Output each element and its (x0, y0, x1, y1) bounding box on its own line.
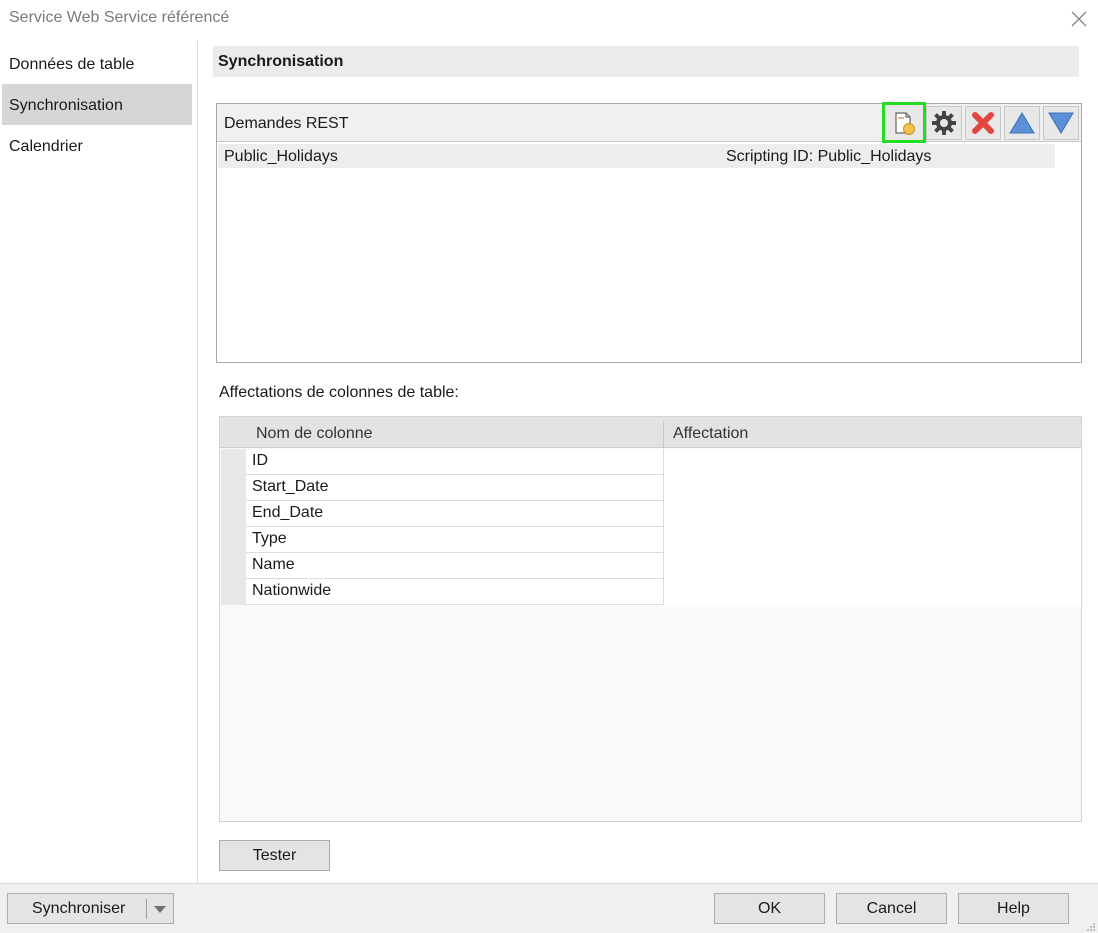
sidebar-item-label: Données de table (9, 56, 135, 73)
chevron-down-icon[interactable] (153, 905, 167, 914)
title-bar: Service Web Service référencé (0, 0, 1098, 38)
test-button[interactable]: Tester (219, 840, 330, 871)
rest-requests-label: Demandes REST (224, 115, 349, 132)
sidebar-item-calendrier[interactable]: Calendrier (2, 125, 192, 166)
help-button-label: Help (997, 899, 1030, 917)
request-name: Public_Holidays (224, 148, 338, 165)
gear-icon (932, 111, 956, 135)
column-header-name[interactable]: Nom de colonne (256, 425, 373, 443)
column-name-cell[interactable]: Nationwide (246, 579, 664, 605)
new-request-icon (895, 111, 915, 135)
split-divider (146, 899, 147, 919)
ok-button[interactable]: OK (714, 893, 825, 924)
section-header: Synchronisation (213, 46, 1079, 77)
table-row: End_Date (246, 501, 1081, 527)
request-scripting-id: Scripting ID: Public_Holidays (726, 148, 932, 165)
close-icon (1071, 11, 1087, 27)
settings-button[interactable] (926, 106, 962, 140)
table-header: Nom de colonne Affectation (220, 417, 1081, 448)
rest-requests-panel: Demandes REST Public_Holidays Scripting … (216, 102, 1082, 363)
help-button[interactable]: Help (958, 893, 1069, 924)
cancel-button-label: Cancel (866, 899, 917, 917)
move-down-button[interactable] (1043, 106, 1079, 140)
cancel-button[interactable]: Cancel (836, 893, 947, 924)
bottom-bar: Synchroniser OK Cancel Help (0, 883, 1098, 933)
sidebar-item-label: Calendrier (9, 138, 83, 155)
column-name-cell[interactable]: End_Date (246, 501, 664, 527)
column-mapping-table: Nom de colonne Affectation ID Start_Date… (219, 416, 1082, 822)
assignment-cell[interactable] (664, 501, 1081, 527)
sidebar-item-synchronisation[interactable]: Synchronisation (2, 84, 192, 125)
move-up-icon (1009, 112, 1035, 134)
assignment-cell[interactable] (664, 475, 1081, 501)
column-name-cell[interactable]: Name (246, 553, 664, 579)
assignment-cell[interactable] (664, 449, 1081, 475)
test-button-label: Tester (252, 846, 297, 864)
table-row: Name (246, 553, 1081, 579)
synchronize-split-button[interactable]: Synchroniser (7, 893, 174, 924)
ok-button-label: OK (757, 899, 782, 917)
table-row: Type (246, 527, 1081, 553)
column-name-cell[interactable]: Start_Date (246, 475, 664, 501)
list-item[interactable]: Public_Holidays Scripting ID: Public_Hol… (218, 144, 1055, 168)
new-request-button[interactable] (882, 102, 926, 143)
sidebar-item-donnees-de-table[interactable]: Données de table (2, 43, 192, 84)
column-divider[interactable] (663, 421, 664, 448)
column-name-cell[interactable]: Type (246, 527, 664, 553)
table-row: ID (246, 449, 1081, 475)
row-header-gutter (221, 449, 246, 605)
synchronize-button-label: Synchroniser (32, 899, 126, 917)
column-header-assignment[interactable]: Affectation (673, 425, 748, 443)
move-up-button[interactable] (1004, 106, 1040, 140)
delete-icon (972, 112, 994, 134)
resize-grip-icon[interactable] (1086, 922, 1096, 932)
sidebar: Données de table Synchronisation Calendr… (0, 41, 198, 883)
delete-button[interactable] (965, 106, 1001, 140)
assignment-cell[interactable] (664, 553, 1081, 579)
assignment-cell[interactable] (664, 579, 1081, 605)
close-button[interactable] (1066, 6, 1092, 32)
rest-panel-header: Demandes REST (217, 102, 1081, 143)
column-name-cell[interactable]: ID (246, 449, 664, 475)
mapping-label: Affectations de colonnes de table: (219, 384, 459, 401)
table-row: Start_Date (246, 475, 1081, 501)
sidebar-item-label: Synchronisation (9, 97, 123, 114)
assignment-cell[interactable] (664, 527, 1081, 553)
section-title: Synchronisation (218, 53, 344, 70)
window-title: Service Web Service référencé (9, 9, 230, 26)
table-row: Nationwide (246, 579, 1081, 605)
move-down-icon (1048, 112, 1074, 134)
